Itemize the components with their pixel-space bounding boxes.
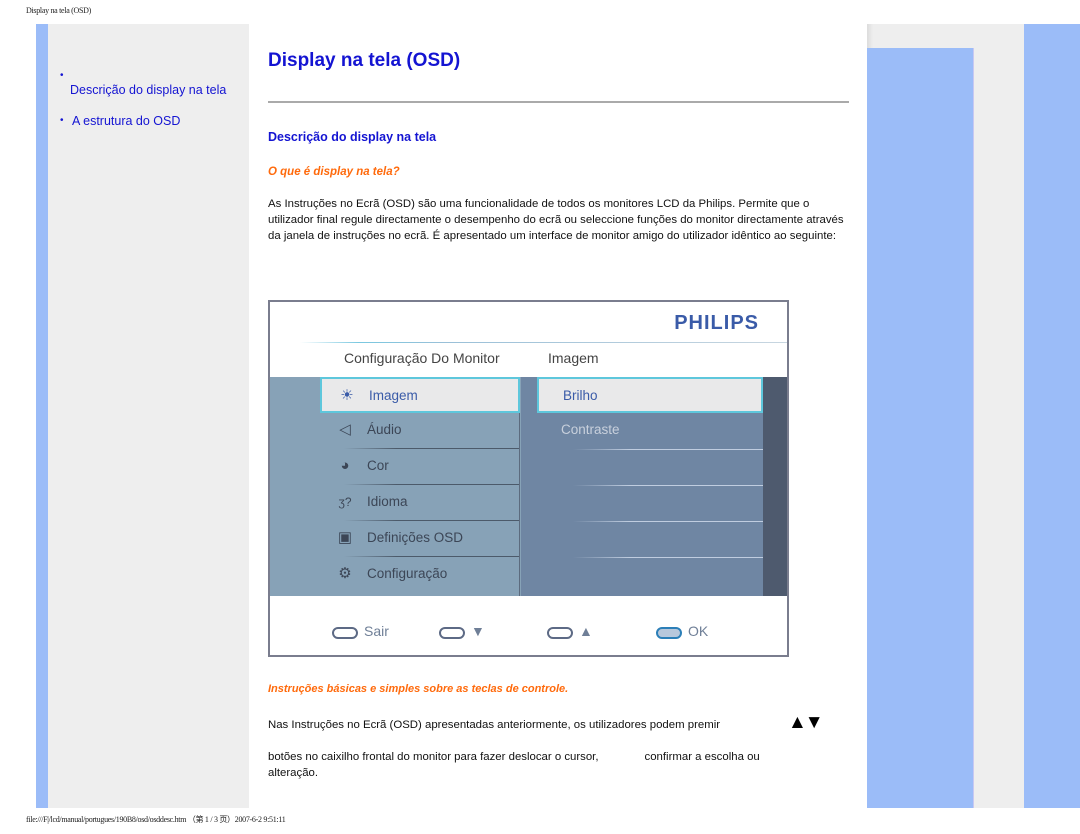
up-down-arrows-icon: ▲▼	[788, 712, 824, 733]
osd-menu-label: Definições OSD	[367, 530, 464, 545]
bullet-icon: •	[60, 115, 64, 126]
controls-paragraph-line2: botões no caixilho frontal do monitor pa…	[268, 749, 760, 781]
button-pill-icon	[332, 627, 358, 639]
osd-menu-item-imagem: ☀ Imagem	[320, 377, 520, 413]
right-decor-blue-strip	[1024, 24, 1080, 808]
controls-text-part2: confirmar a escolha ou	[644, 751, 760, 763]
sun-icon: ☀	[340, 387, 354, 404]
controls-text-part1: botões no caixilho frontal do monitor pa…	[268, 751, 599, 763]
divider	[268, 101, 849, 103]
osd-submenu-separator	[573, 557, 763, 558]
osd-menu-item-cor: ◕ Cor	[320, 449, 520, 485]
sidebar-item-label[interactable]: A estrutura do OSD	[72, 114, 180, 128]
left-sidebar-panel	[36, 24, 249, 808]
philips-logo: PHILIPS	[674, 312, 759, 334]
up-arrow-icon: ▲	[579, 623, 593, 639]
osd-side-strip	[763, 377, 787, 596]
down-arrow-icon: ▼	[471, 623, 485, 639]
button-pill-icon	[439, 627, 465, 639]
subsection-heading: O que é display na tela?	[268, 166, 400, 178]
osd-submenu-label: Contraste	[561, 422, 620, 437]
osd-menu-label: Configuração	[367, 566, 448, 581]
osd-menu-item-idioma: ʒ? Idioma	[320, 485, 520, 521]
osd-button-label: Sair	[364, 623, 389, 639]
controls-paragraph-line1: Nas Instruções no Ecrã (OSD) apresentada…	[268, 719, 721, 731]
osd-submenu-separator	[573, 449, 763, 450]
button-pill-icon	[547, 627, 573, 639]
controls-heading: Instruções básicas e simples sobre as te…	[268, 683, 569, 695]
osd-submenu-separator	[573, 485, 763, 486]
osd-menu-label: Idioma	[367, 494, 408, 509]
osd-breadcrumb-main: Configuração Do Monitor	[344, 350, 500, 366]
osd-submenu-item-brilho: Brilho	[537, 377, 763, 413]
print-header: Display na tela (OSD)	[26, 6, 92, 15]
controls-text-part3: alteração.	[268, 767, 319, 779]
osd-menu-label: Áudio	[367, 422, 402, 437]
osd-menu-item-definicoes-osd: ▣ Definições OSD	[320, 521, 520, 557]
osd-menu-label: Cor	[367, 458, 389, 473]
language-icon: ʒ?	[338, 495, 352, 509]
right-decor-shade	[867, 24, 873, 48]
bullet-icon: •	[60, 70, 64, 81]
osd-header-line	[300, 342, 787, 343]
right-decor-blue-block	[867, 48, 974, 808]
osd-menu-item-audio: ◁ Áudio	[320, 413, 520, 449]
button-pill-icon	[656, 627, 682, 639]
gear-icon: ⚙	[338, 565, 352, 582]
osd-screen-icon: ▣	[337, 529, 353, 546]
osd-submenu-label: Brilho	[563, 388, 598, 403]
sidebar-item-label[interactable]: Descrição do display na tela	[70, 83, 226, 97]
osd-breadcrumb-sub: Imagem	[548, 350, 599, 366]
osd-submenu-item-contraste: Contraste	[537, 413, 763, 449]
osd-menu-label: Imagem	[369, 388, 418, 403]
intro-paragraph: As Instruções no Ecrã (OSD) são uma func…	[268, 198, 844, 242]
section-heading: Descrição do display na tela	[268, 130, 437, 144]
print-footer: file:///F|/lcd/manual/portugues/190B8/os…	[26, 815, 286, 824]
osd-menu-item-configuracao: ⚙ Configuração	[320, 557, 520, 596]
osd-submenu-separator	[573, 521, 763, 522]
page-title: Display na tela (OSD)	[268, 50, 461, 71]
left-sidebar-accent	[36, 24, 48, 808]
osd-button-label: OK	[688, 623, 709, 639]
osd-screenshot: PHILIPS Configuração Do Monitor Imagem ☀…	[268, 300, 789, 657]
speaker-icon: ◁	[339, 421, 351, 438]
color-palette-icon: ◕	[340, 457, 350, 474]
